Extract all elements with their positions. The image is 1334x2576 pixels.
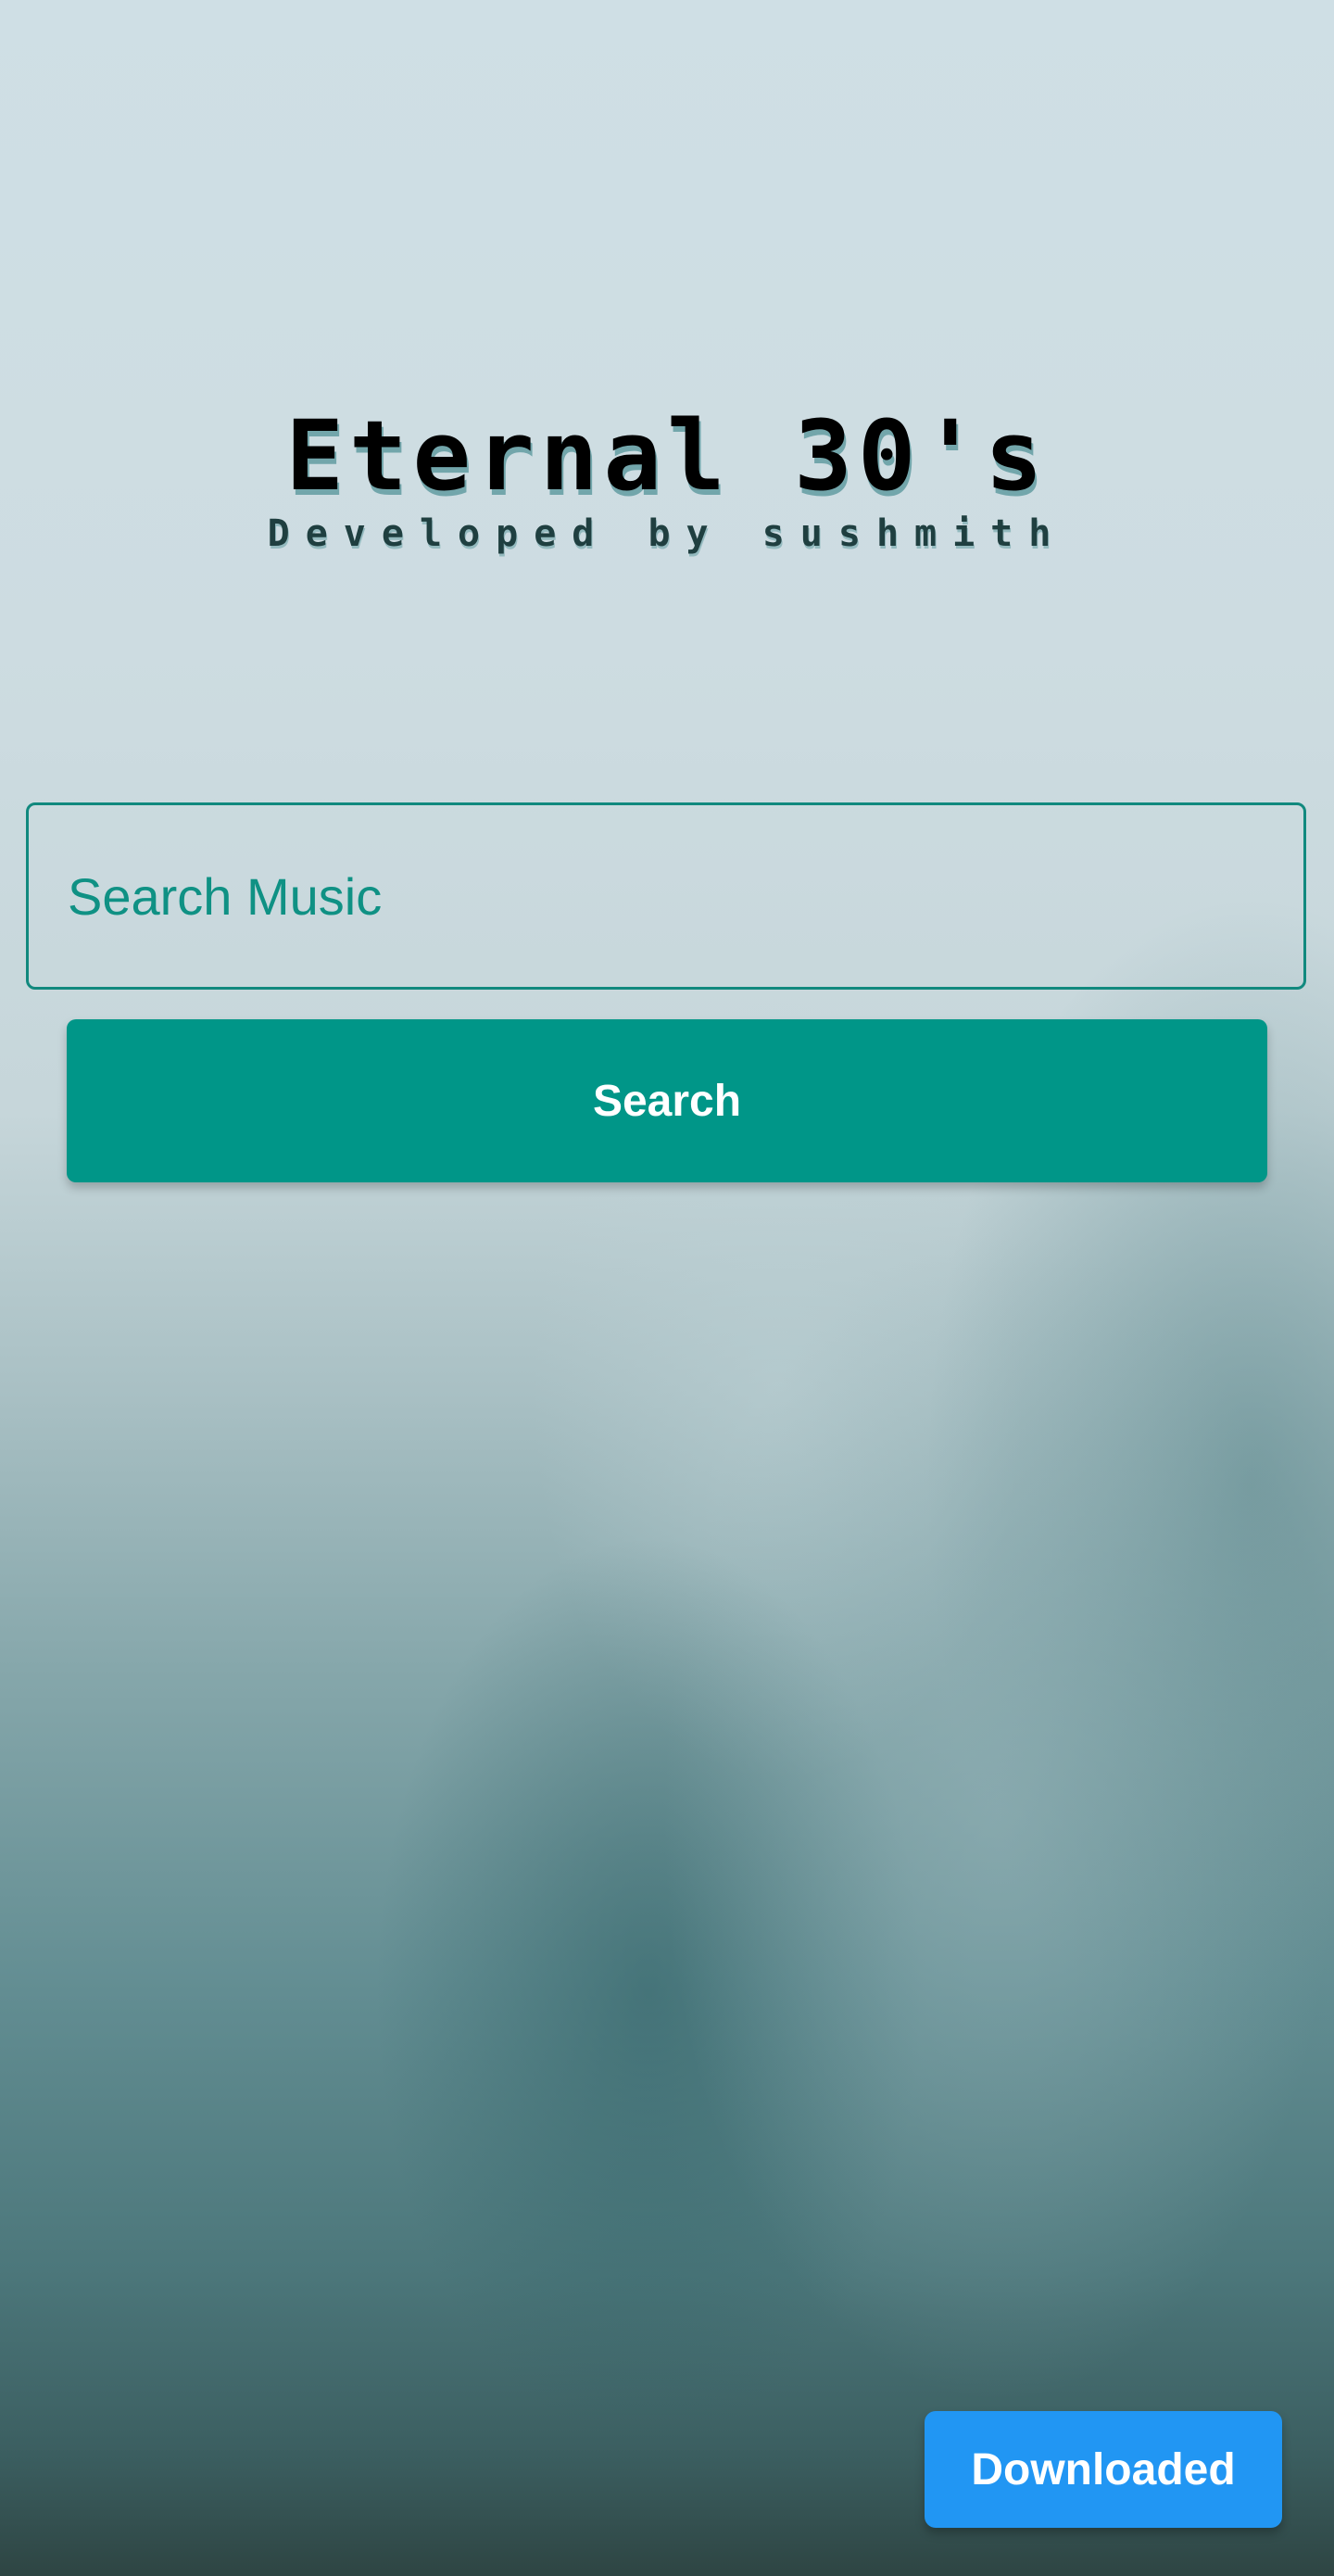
- downloaded-button[interactable]: Downloaded: [925, 2411, 1282, 2528]
- search-field[interactable]: [26, 802, 1306, 990]
- title-block: Eternal 30's Developed by sushmith: [0, 408, 1334, 552]
- search-input[interactable]: [66, 865, 1303, 928]
- app-subtitle: Developed by sushmith: [267, 512, 1067, 555]
- app-screen: { "header": { "title": "Eternal 30's", "…: [0, 0, 1334, 2576]
- app-title: Eternal 30's: [285, 399, 1049, 512]
- search-button[interactable]: Search: [67, 1019, 1267, 1182]
